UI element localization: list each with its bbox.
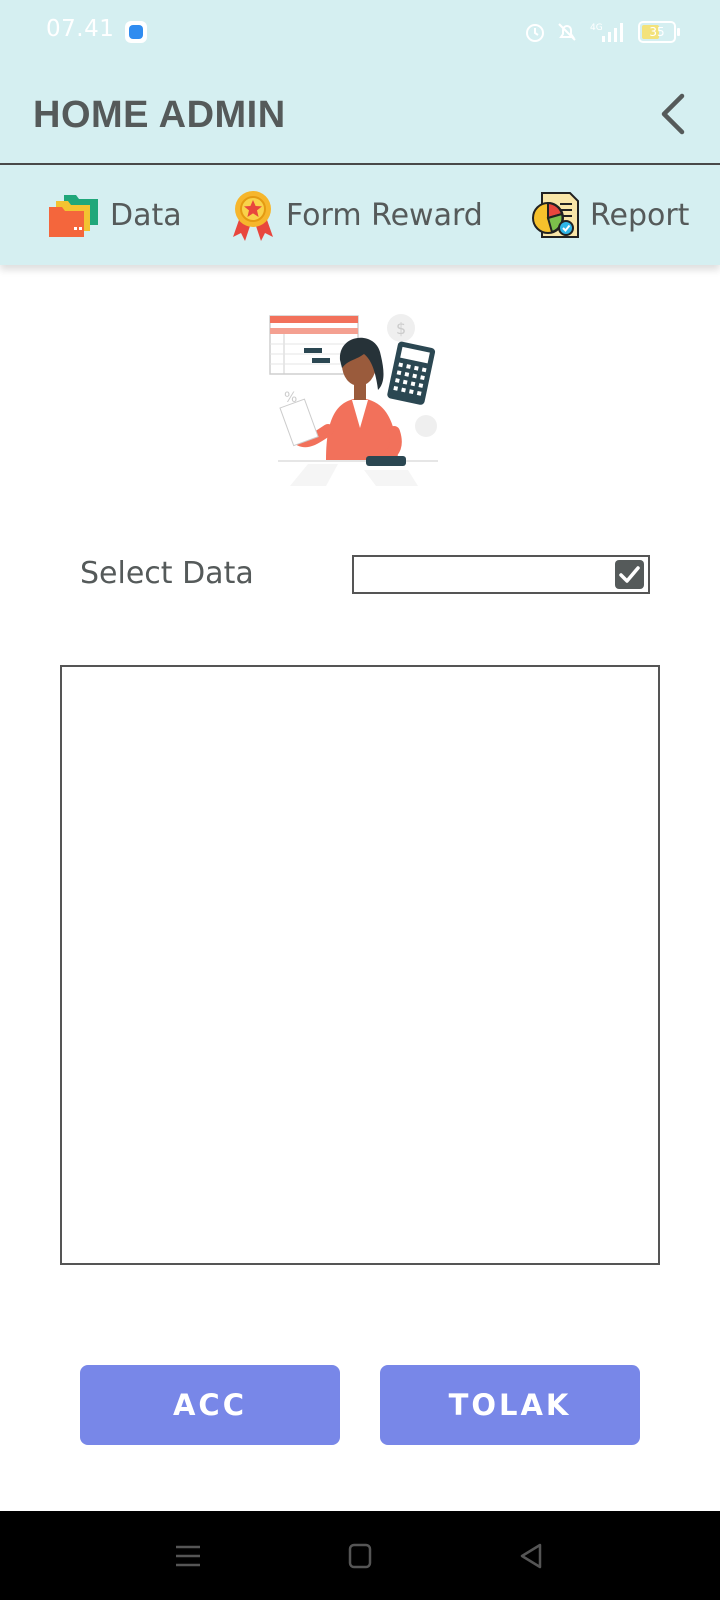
- svg-text:%: %: [284, 390, 297, 406]
- battery-icon: 35: [638, 21, 680, 43]
- back-button[interactable]: [646, 86, 702, 142]
- menu-item-data[interactable]: Data: [48, 185, 182, 245]
- status-bar: 07.41 4G 35: [0, 0, 720, 66]
- select-data-label: Select Data: [80, 556, 254, 591]
- select-data-dropdown[interactable]: [352, 555, 650, 594]
- status-time: 07.41: [46, 16, 115, 42]
- silent-bell-icon: [558, 23, 576, 41]
- medal-icon: [233, 191, 273, 241]
- menu-icon[interactable]: [168, 1539, 208, 1573]
- alarm-icon: [526, 24, 544, 42]
- signal-icon: 4G: [590, 23, 623, 42]
- svg-text:$: $: [396, 319, 406, 338]
- report-chart-icon: [532, 192, 579, 238]
- chevron-left-icon: [661, 93, 685, 135]
- svg-text:4G: 4G: [590, 23, 603, 33]
- back-triangle-icon[interactable]: [512, 1539, 552, 1573]
- folders-icon: [49, 195, 98, 237]
- battery-level: 35: [649, 25, 665, 39]
- menu-bar: Data Form Reward Report: [0, 165, 720, 265]
- status-icons: 4G 35: [524, 18, 680, 46]
- checkbox-checked-icon[interactable]: [615, 560, 644, 589]
- menu-label-form-reward: Form Reward: [286, 197, 483, 233]
- system-nav-bar: [0, 1511, 720, 1600]
- home-icon[interactable]: [340, 1539, 380, 1573]
- tolak-button[interactable]: TOLAK: [380, 1365, 640, 1445]
- menu-label-data: Data: [110, 197, 182, 233]
- accountant-illustration: $ %: [268, 310, 452, 494]
- menu-label-report: Report: [590, 197, 690, 233]
- app-notification-icon: [125, 21, 147, 43]
- menu-item-form-reward[interactable]: Form Reward: [230, 185, 483, 245]
- app-header: HOME ADMIN: [0, 66, 720, 165]
- page-title: HOME ADMIN: [33, 94, 286, 136]
- data-detail-panel: [60, 665, 660, 1265]
- acc-button[interactable]: ACC: [80, 1365, 340, 1445]
- menu-item-report[interactable]: Report: [530, 185, 689, 245]
